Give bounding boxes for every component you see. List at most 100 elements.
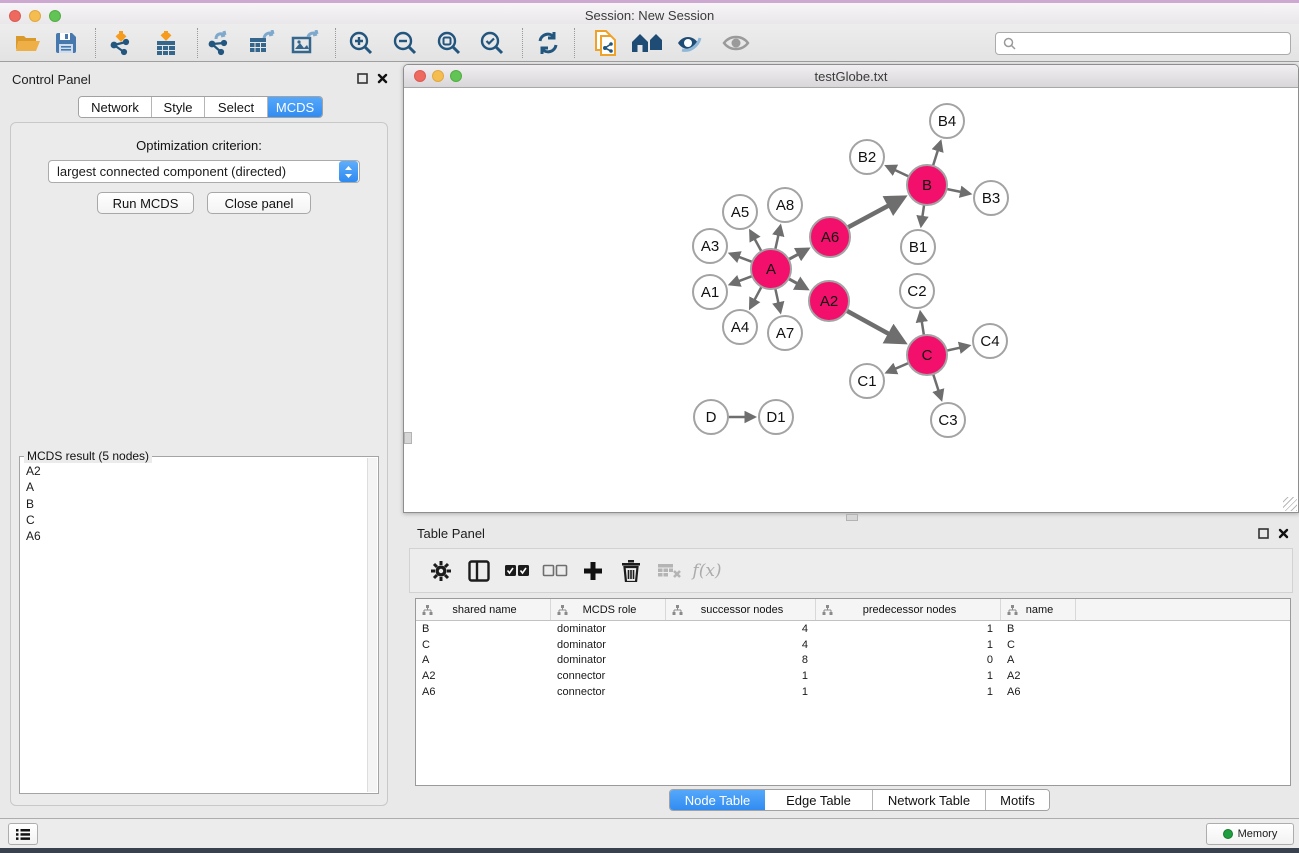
result-list-item[interactable]: B bbox=[26, 496, 366, 512]
create-column-plus-icon[interactable] bbox=[574, 553, 612, 589]
tab-motifs[interactable]: Motifs bbox=[986, 790, 1049, 810]
table-row[interactable]: Adominator80A bbox=[416, 652, 1290, 668]
export-image-icon[interactable] bbox=[288, 27, 322, 59]
search-field[interactable] bbox=[995, 32, 1291, 55]
run-mcds-button[interactable]: Run MCDS bbox=[97, 192, 194, 214]
close-panel-icon[interactable] bbox=[377, 73, 388, 84]
window-title: Session: New Session bbox=[0, 8, 1299, 23]
copy-network-icon[interactable] bbox=[589, 27, 623, 59]
tab-node-table[interactable]: Node Table bbox=[670, 790, 765, 810]
table-cell: B bbox=[1001, 623, 1076, 635]
table-cell: 4 bbox=[666, 639, 816, 651]
table-cell: 1 bbox=[816, 686, 1001, 698]
zoom-in-icon[interactable] bbox=[344, 27, 378, 59]
import-table-icon[interactable] bbox=[149, 27, 183, 59]
refresh-icon[interactable] bbox=[531, 27, 565, 59]
column-header-name[interactable]: name bbox=[1001, 599, 1076, 620]
deselect-all-icon[interactable] bbox=[536, 553, 574, 589]
dropdown-value: largest connected component (directed) bbox=[49, 164, 339, 179]
result-list-item[interactable]: A2 bbox=[26, 463, 366, 479]
column-header-predecessor-nodes[interactable]: predecessor nodes bbox=[816, 599, 1001, 620]
column-header-successor-nodes[interactable]: successor nodes bbox=[666, 599, 816, 620]
graph-node-label: A6 bbox=[821, 229, 839, 246]
close-panel-icon[interactable] bbox=[1278, 528, 1289, 539]
optimization-criterion-dropdown[interactable]: largest connected component (directed) bbox=[48, 160, 360, 183]
float-panel-icon[interactable] bbox=[357, 73, 368, 84]
memory-status-icon bbox=[1223, 829, 1233, 839]
table-cell: A2 bbox=[416, 670, 551, 682]
home-icon[interactable] bbox=[630, 27, 664, 59]
control-panel-tabs: NetworkStyleSelectMCDS bbox=[78, 96, 323, 118]
graph-node-label: A5 bbox=[731, 204, 749, 221]
table-cell: 1 bbox=[666, 670, 816, 682]
window-titlebar: Session: New Session bbox=[0, 3, 1299, 24]
desktop-edge-bottom bbox=[0, 848, 1299, 853]
resize-grip-icon[interactable] bbox=[1283, 497, 1297, 511]
table-row[interactable]: A2connector11A2 bbox=[416, 668, 1290, 684]
tab-edge-table[interactable]: Edge Table bbox=[765, 790, 873, 810]
tab-network-table[interactable]: Network Table bbox=[873, 790, 986, 810]
tab-network[interactable]: Network bbox=[79, 97, 152, 117]
open-file-icon[interactable] bbox=[11, 27, 45, 59]
graph-node-label: B bbox=[922, 177, 932, 194]
optimization-criterion-label: Optimization criterion: bbox=[11, 138, 387, 153]
table-row[interactable]: A6connector11A6 bbox=[416, 684, 1290, 700]
show-eye-icon[interactable] bbox=[719, 27, 753, 59]
tab-style[interactable]: Style bbox=[152, 97, 205, 117]
show-column-panel-icon[interactable] bbox=[460, 553, 498, 589]
show-panels-list-button[interactable] bbox=[8, 823, 38, 845]
hide-panels-icon[interactable] bbox=[673, 27, 707, 59]
column-header-MCDS-role[interactable]: MCDS role bbox=[551, 599, 666, 620]
graph-node-label: C1 bbox=[857, 373, 876, 390]
zoom-out-icon[interactable] bbox=[388, 27, 422, 59]
export-table-icon[interactable] bbox=[245, 27, 279, 59]
graph-node-label: A3 bbox=[701, 238, 719, 255]
graph-node-label: B4 bbox=[938, 113, 956, 130]
close-panel-button[interactable]: Close panel bbox=[207, 192, 311, 214]
result-list-item[interactable]: A bbox=[26, 479, 366, 495]
export-network-icon[interactable] bbox=[202, 27, 236, 59]
mcds-result-title: MCDS result (5 nodes) bbox=[24, 449, 152, 463]
select-all-icon[interactable] bbox=[498, 553, 536, 589]
table-cell: dominator bbox=[551, 654, 666, 666]
memory-button[interactable]: Memory bbox=[1206, 823, 1294, 845]
table-toolbar: f(x) bbox=[409, 548, 1293, 593]
table-cell: B bbox=[416, 623, 551, 635]
graph-node-label: A2 bbox=[820, 293, 838, 310]
table-cell: A6 bbox=[1001, 686, 1076, 698]
result-scrollbar[interactable] bbox=[367, 458, 377, 792]
splitter-knob-vertical[interactable] bbox=[404, 432, 412, 444]
import-network-icon[interactable] bbox=[104, 27, 138, 59]
tab-select[interactable]: Select bbox=[205, 97, 268, 117]
zoom-selected-icon[interactable] bbox=[475, 27, 509, 59]
toolbar-separator bbox=[522, 28, 523, 58]
graph-node-label: B2 bbox=[858, 149, 876, 166]
graph-node-label: B1 bbox=[909, 239, 927, 256]
status-bar: Memory bbox=[0, 818, 1299, 848]
search-input[interactable] bbox=[1016, 33, 1290, 54]
network-canvas[interactable]: B4B2BB3A5A8A6A3B1AC2A1A2A4A7C4CC1C3DD1 bbox=[404, 88, 1298, 512]
result-list-item[interactable]: A6 bbox=[26, 528, 366, 544]
zoom-fit-icon[interactable] bbox=[432, 27, 466, 59]
result-list-item[interactable]: C bbox=[26, 512, 366, 528]
table-row[interactable]: Cdominator41C bbox=[416, 637, 1290, 653]
float-panel-icon[interactable] bbox=[1258, 528, 1269, 539]
toolbar-separator bbox=[197, 28, 198, 58]
save-session-icon[interactable] bbox=[49, 27, 83, 59]
column-header-shared-name[interactable]: shared name bbox=[416, 599, 551, 620]
table-cell: dominator bbox=[551, 623, 666, 635]
graph-node-label: C3 bbox=[938, 412, 957, 429]
table-panel: Table Panel f(x) shared nameMCDS rolesuc… bbox=[403, 520, 1299, 816]
tab-mcds[interactable]: MCDS bbox=[268, 97, 322, 117]
table-row[interactable]: Bdominator41B bbox=[416, 621, 1290, 637]
graph-node-label: A7 bbox=[776, 325, 794, 342]
table-cell: connector bbox=[551, 686, 666, 698]
dropdown-stepper-icon bbox=[339, 161, 358, 182]
table-panel-title: Table Panel bbox=[417, 526, 485, 541]
table-cell: C bbox=[1001, 639, 1076, 651]
table-cell: 4 bbox=[666, 623, 816, 635]
delete-column-trash-icon[interactable] bbox=[612, 553, 650, 589]
function-builder-icon: f(x) bbox=[688, 553, 726, 589]
graph-node-label: D1 bbox=[766, 409, 785, 426]
table-settings-gear-icon[interactable] bbox=[422, 553, 460, 589]
